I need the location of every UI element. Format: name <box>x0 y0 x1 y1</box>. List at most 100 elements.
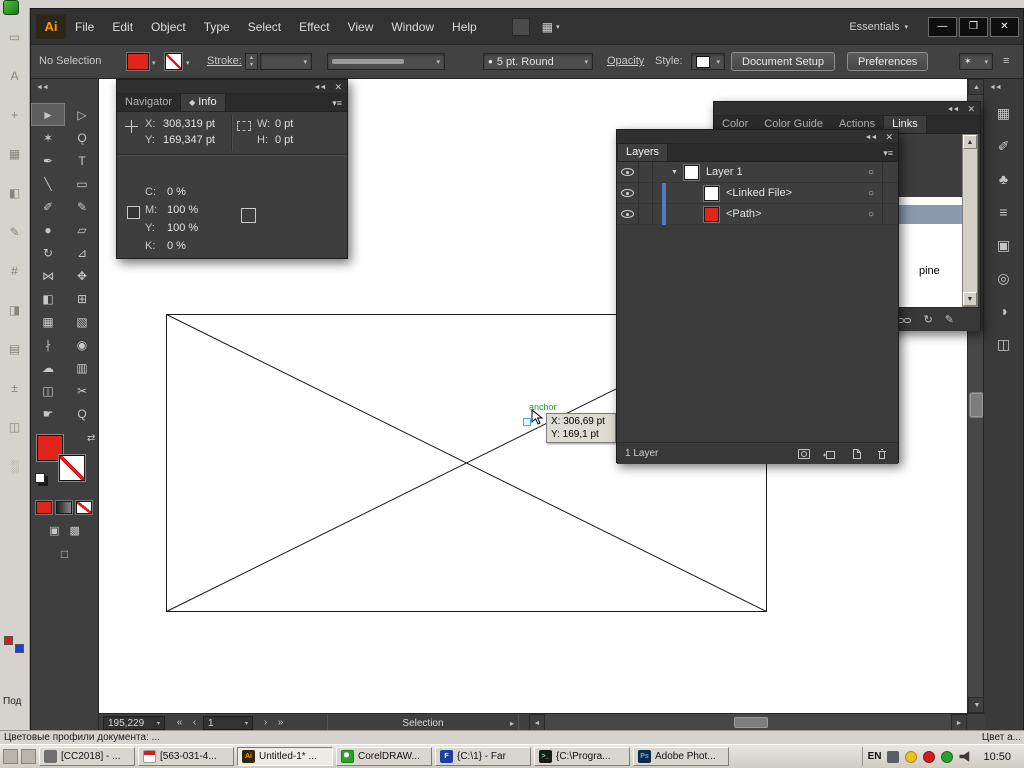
panel-drag-bar[interactable]: ◄◄ ✕ <box>617 130 898 144</box>
menu-window[interactable]: Window <box>382 20 443 34</box>
layer-name[interactable]: <Linked File> <box>726 187 792 199</box>
background-tool-icon[interactable]: ◨ <box>5 300 25 320</box>
layer-row[interactable]: <Linked File> ○ <box>617 182 898 204</box>
menu-file[interactable]: File <box>66 20 103 34</box>
screen-mode-icon[interactable]: □ <box>61 547 68 561</box>
paintbrush-tool[interactable]: ✐ <box>31 195 65 218</box>
stroke-dropdown-icon[interactable]: ▾ <box>186 59 190 67</box>
visibility-toggle[interactable] <box>617 204 639 224</box>
step-up-icon[interactable]: ▴ <box>250 55 253 62</box>
zoom-combo[interactable]: 195,229 ▾ <box>103 716 165 730</box>
scroll-up-icon[interactable]: ▲ <box>963 135 977 149</box>
disclosure-icon[interactable]: ▼ <box>671 169 678 176</box>
layer-thumbnail[interactable] <box>704 206 719 222</box>
taskbar-button[interactable]: [CC2018] - ... <box>39 747 135 766</box>
slice-tool[interactable]: ✂ <box>65 379 99 402</box>
width-profile-combo[interactable]: ▾ <box>327 53 445 70</box>
expand-panels-icon[interactable]: ◄◄ <box>989 84 1002 91</box>
gradient-tool[interactable]: ▧ <box>65 310 99 333</box>
collapse-panel-icon[interactable]: ◄◄ <box>314 84 327 91</box>
color-guide-panel-icon[interactable]: ◑ <box>992 299 1016 323</box>
menu-object[interactable]: Object <box>142 20 195 34</box>
menu-select[interactable]: Select <box>239 20 290 34</box>
pencil-tool[interactable]: ✎ <box>65 195 99 218</box>
width-tool[interactable]: ⋈ <box>31 264 65 287</box>
lasso-tool[interactable]: Ǫ <box>65 126 99 149</box>
artboard-combo[interactable]: 1 ▾ <box>203 716 253 730</box>
panel-menu-icon[interactable]: ▾≡ <box>332 98 342 109</box>
new-layer-icon[interactable] <box>848 446 864 462</box>
language-indicator[interactable]: EN <box>868 751 882 762</box>
quick-launch-icon[interactable] <box>21 749 36 764</box>
close-panel-icon[interactable]: ✕ <box>334 82 342 93</box>
update-link-icon[interactable]: ↻ <box>924 313 933 326</box>
links-scrollbar[interactable]: ▲ ▼ <box>962 134 978 307</box>
fill-color-swatch[interactable] <box>127 53 149 70</box>
menu-edit[interactable]: Edit <box>103 20 142 34</box>
style-swatch-combo[interactable]: ▾ <box>691 53 725 70</box>
swap-fill-stroke-icon[interactable]: ⇄ <box>87 433 95 444</box>
background-tool-icon[interactable]: ▭ <box>5 27 25 47</box>
line-segment-tool[interactable]: ╲ <box>31 172 65 195</box>
menu-type[interactable]: Type <box>195 20 239 34</box>
collapse-panel-icon[interactable]: ◄◄ <box>947 106 960 113</box>
default-fill-stroke-icon[interactable] <box>35 473 45 483</box>
layer-thumbnail[interactable] <box>683 164 699 180</box>
magic-wand-tool[interactable]: ✶ <box>31 126 65 149</box>
select-similar-button[interactable]: ✶ ▾ <box>959 53 993 70</box>
target-icon[interactable]: ○ <box>868 188 874 199</box>
previous-artboard-icon[interactable]: ‹ <box>188 716 201 730</box>
layer-row[interactable]: <Path> ○ <box>617 203 898 225</box>
tab-info[interactable]: ◆ Info <box>180 93 226 111</box>
visibility-toggle[interactable] <box>617 183 639 203</box>
artboard-tool[interactable]: ◫ <box>31 379 65 402</box>
last-artboard-icon[interactable]: » <box>274 716 287 730</box>
background-tool-icon[interactable]: ± <box>5 378 25 398</box>
stroke-color-swatch[interactable] <box>165 53 182 70</box>
background-tool-icon[interactable]: ░ <box>5 456 25 476</box>
taskbar-button[interactable]: >_ {C:\Progra... <box>534 747 630 766</box>
appearance-panel-icon[interactable]: ◎ <box>992 266 1016 290</box>
blend-tool[interactable]: ◉ <box>65 333 99 356</box>
stroke-weight-combo[interactable]: ▾ <box>260 53 312 70</box>
control-panel-menu-icon[interactable]: ≡ <box>1003 55 1009 67</box>
vertical-scroll-thumb[interactable] <box>970 393 983 417</box>
background-tool-icon[interactable]: # <box>5 261 25 281</box>
volume-icon[interactable] <box>959 751 970 762</box>
collapse-panel-icon[interactable]: ◄◄ <box>36 84 49 91</box>
horizontal-scroll-thumb[interactable] <box>734 717 768 728</box>
selection-column[interactable] <box>882 162 898 182</box>
swatches-panel-icon[interactable]: ▦ <box>992 101 1016 125</box>
panel-drag-bar[interactable]: ◄◄ ✕ <box>117 80 347 94</box>
arrange-documents-button[interactable]: ▦ ▾ <box>542 20 560 34</box>
taskbar-button[interactable]: [563-031-4... <box>138 747 234 766</box>
scale-tool[interactable]: ⊿ <box>65 241 99 264</box>
symbols-panel-icon[interactable]: ♣ <box>992 167 1016 191</box>
stroke-link[interactable]: Stroke: <box>207 55 242 67</box>
tab-layers[interactable]: Layers <box>617 143 669 161</box>
symbol-sprayer-tool[interactable]: ☁ <box>31 356 65 379</box>
first-artboard-icon[interactable]: « <box>173 716 186 730</box>
lock-toggle[interactable] <box>639 162 653 182</box>
draw-normal-icon[interactable]: ▣ <box>49 524 59 537</box>
delete-layer-icon[interactable] <box>874 446 890 462</box>
close-panel-icon[interactable]: ✕ <box>967 104 975 115</box>
preferences-button[interactable]: Preferences <box>847 52 929 71</box>
restore-button[interactable]: ❐ <box>959 16 988 37</box>
clock[interactable]: 10:50 <box>978 751 1016 763</box>
eyedropper-tool[interactable]: ∤ <box>31 333 65 356</box>
opacity-link[interactable]: Opacity <box>607 55 644 67</box>
free-transform-tool[interactable]: ✥ <box>65 264 99 287</box>
taskbar-button-active[interactable]: Ai Untitled-1* ... <box>237 747 333 766</box>
layer-thumbnail[interactable] <box>704 185 719 201</box>
panel-drag-bar[interactable]: ◄◄ ✕ <box>714 102 980 116</box>
column-graph-tool[interactable]: ▥ <box>65 356 99 379</box>
rotate-tool[interactable]: ↻ <box>31 241 65 264</box>
eraser-tool[interactable]: ▱ <box>65 218 99 241</box>
direct-selection-tool[interactable]: ▷ <box>65 103 99 126</box>
bridge-icon[interactable] <box>511 17 530 36</box>
background-tool-icon[interactable]: ◧ <box>5 183 25 203</box>
messenger-tray-icon[interactable] <box>905 750 918 763</box>
tab-navigator[interactable]: Navigator <box>117 94 180 111</box>
new-sublayer-icon[interactable] <box>822 446 838 462</box>
